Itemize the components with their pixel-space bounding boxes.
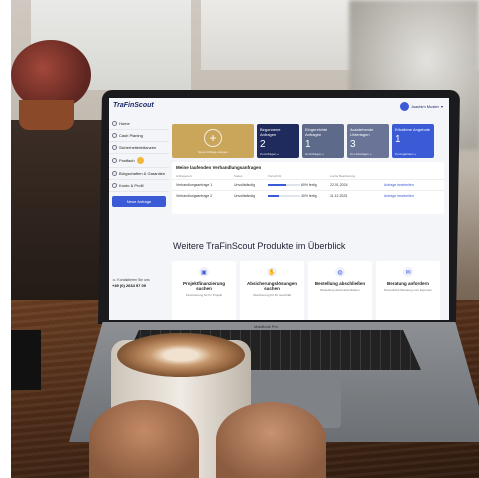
user-menu[interactable]: Joachim Muster ▾ <box>399 101 443 111</box>
box-icon: ▣ <box>199 267 209 277</box>
product-card[interactable]: ✋ Absicherungslösungen suchen Absicherun… <box>240 261 304 320</box>
flower-pot <box>19 100 74 130</box>
notification-badge <box>136 157 144 164</box>
sidebar-item-home[interactable]: Home <box>109 118 169 130</box>
document-icon <box>112 145 117 150</box>
requests-table: Meine laufenden Verhandlungsanfragen Anf… <box>172 162 444 214</box>
avatar <box>399 101 409 111</box>
plus-icon: + <box>204 128 222 147</box>
chat-icon: ✉ <box>403 267 413 277</box>
laptop-screen: TraFinScout Joachim Muster ▾ Home Cash P… <box>109 98 449 320</box>
card-documents[interactable]: Ausstehende Unterlagen 3 Zu Unterlagen » <box>347 124 389 158</box>
smartphone <box>11 330 41 390</box>
home-icon <box>112 121 117 126</box>
table-row: Verhandlungsanfrage 2 Unvollständig 40% … <box>172 190 444 201</box>
product-cards: ▣ Projektfinanzierung suchen Finanzierun… <box>172 261 440 320</box>
card-submitted[interactable]: Eingereichte Anfragen 1 Zu Anfragen » <box>302 124 344 158</box>
table-row: Verhandlungsanfrage 1 Unvollständig 60% … <box>172 179 444 190</box>
card-offers[interactable]: Erhaltene Angebote 1 Zu Angeboten » <box>392 124 434 158</box>
new-request-button[interactable]: Neue Anfrage <box>112 196 166 207</box>
calendar-icon <box>112 133 117 138</box>
globe-icon: ◍ <box>335 267 345 277</box>
chevron-down-icon: ▾ <box>440 103 443 109</box>
latte-art <box>117 333 245 377</box>
user-icon <box>112 183 117 188</box>
sidebar-item-profile[interactable]: Konto & Profil <box>109 180 169 192</box>
new-request-card[interactable]: + Neue Anfrage anlegen <box>172 124 254 158</box>
sidebar: Home Cash Planing Sicherheitenbilanzen P… <box>109 118 169 298</box>
left-hand <box>89 400 199 478</box>
sidebar-item-cash-planing[interactable]: Cash Planing <box>109 130 169 142</box>
right-hand <box>216 402 326 478</box>
table-title: Meine laufenden Verhandlungsanfragen <box>176 165 262 170</box>
hand-icon: ✋ <box>267 267 277 277</box>
product-card[interactable]: ◍ Bestellung abschließen Bestellung dire… <box>308 261 372 320</box>
card-started[interactable]: Begonnene Anfragen 2 Zu Anfragen » <box>257 124 299 158</box>
progress-bar <box>268 184 300 187</box>
background-shelf <box>11 120 111 310</box>
section-title: Weitere TraFinScout Produkte im Überblic… <box>173 241 346 251</box>
sidebar-item-guarantees[interactable]: Bürgschaften & Garantien <box>109 168 169 180</box>
summary-cards: + Neue Anfrage anlegen Begonnene Anfrage… <box>172 124 434 158</box>
sidebar-item-inbox[interactable]: Postfach <box>109 154 169 168</box>
sidebar-item-balances[interactable]: Sicherheitenbilanzen <box>109 142 169 154</box>
edit-request-link[interactable]: Anfrage bearbeiten <box>384 194 434 198</box>
support-contact[interactable]: ☏ Kontaktieren Sie uns +49 (0) 2634 97 0… <box>112 278 150 288</box>
mail-icon <box>112 158 117 163</box>
laptop-brand-label: MacBook Pro <box>254 324 279 329</box>
progress-bar <box>268 195 300 198</box>
edit-request-link[interactable]: Anfrage bearbeiten <box>384 183 434 187</box>
product-card[interactable]: ✉ Beratung anfordern Persönliche Beratun… <box>376 261 440 320</box>
app-logo: TraFinScout <box>113 102 154 109</box>
support-phone: +49 (0) 2634 97 09 <box>112 283 146 288</box>
phone-icon: ☏ <box>112 278 117 282</box>
photo: TraFinScout Joachim Muster ▾ Home Cash P… <box>11 0 479 478</box>
shield-icon <box>112 171 117 176</box>
product-card[interactable]: ▣ Projektfinanzierung suchen Finanzierun… <box>172 261 236 320</box>
user-name: Joachim Muster <box>410 103 439 109</box>
